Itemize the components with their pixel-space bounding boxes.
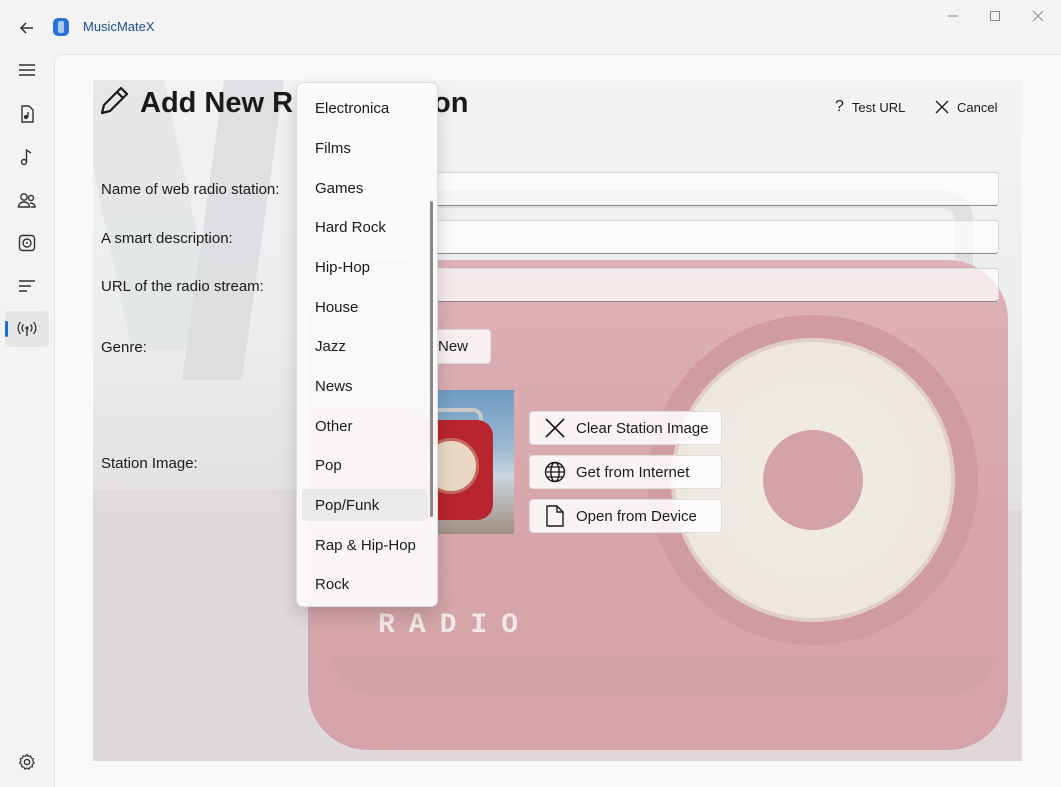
nav-item-songs[interactable] bbox=[5, 139, 49, 175]
genre-option[interactable]: Hip-Hop bbox=[302, 251, 428, 283]
genre-option[interactable]: Jazz bbox=[302, 330, 428, 362]
clear-station-image-button[interactable]: Clear Station Image bbox=[529, 411, 722, 445]
nav-menu-toggle[interactable] bbox=[5, 52, 49, 88]
minimize-button[interactable] bbox=[938, 6, 968, 26]
playlist-icon bbox=[19, 280, 35, 292]
clear-x-icon bbox=[545, 418, 565, 438]
stream-url-label: URL of the radio stream: bbox=[101, 278, 264, 295]
minimize-icon bbox=[948, 15, 958, 17]
nav-item-music-files[interactable] bbox=[5, 96, 49, 132]
music-file-icon bbox=[21, 105, 34, 123]
back-arrow-icon bbox=[19, 22, 33, 34]
get-from-internet-label: Get from Internet bbox=[576, 463, 690, 481]
globe-icon bbox=[544, 461, 566, 483]
genre-option[interactable]: Games bbox=[302, 172, 428, 204]
nav-item-settings[interactable] bbox=[5, 744, 49, 780]
close-button[interactable] bbox=[1023, 6, 1053, 26]
genre-option[interactable]: Rap & Hip-Hop bbox=[302, 529, 428, 561]
test-url-button[interactable]: ? Test URL bbox=[835, 95, 905, 119]
maximize-button[interactable] bbox=[980, 6, 1010, 26]
clear-station-image-label: Clear Station Image bbox=[576, 419, 709, 437]
question-mark-icon: ? bbox=[835, 98, 844, 115]
test-url-label: Test URL bbox=[851, 99, 906, 115]
station-image-label: Station Image: bbox=[101, 455, 198, 472]
artists-icon bbox=[17, 193, 36, 208]
albums-icon bbox=[18, 234, 36, 252]
settings-icon bbox=[18, 753, 35, 770]
edit-pencil-icon bbox=[100, 86, 129, 115]
maximize-icon bbox=[990, 11, 1000, 21]
genre-option[interactable]: Rock bbox=[302, 568, 428, 600]
genre-option[interactable]: Films bbox=[302, 132, 428, 164]
close-icon bbox=[1032, 10, 1044, 22]
page-title: Add New R bbox=[140, 87, 294, 119]
genre-option[interactable]: Hard Rock bbox=[302, 211, 428, 243]
station-name-label: Name of web radio station: bbox=[101, 181, 280, 198]
title-bar: MusicMateX bbox=[0, 0, 1061, 54]
nav-item-artists[interactable] bbox=[5, 182, 49, 218]
open-from-device-button[interactable]: Open from Device bbox=[529, 499, 722, 533]
add-station-page: RADIO Add New R on ? Test URL Cancel Nam… bbox=[93, 80, 1022, 761]
description-label: A smart description: bbox=[101, 230, 233, 247]
page-title-tail: on bbox=[433, 87, 469, 119]
app-logo-icon bbox=[53, 18, 69, 36]
genre-option[interactable]: News bbox=[302, 370, 428, 402]
description-input[interactable] bbox=[433, 220, 999, 254]
cancel-button[interactable]: Cancel bbox=[935, 95, 997, 119]
navigation-rail bbox=[0, 54, 54, 787]
stream-url-input[interactable] bbox=[433, 268, 999, 302]
genre-dropdown-list[interactable]: Electronica Films Games Hard Rock Hip-Ho… bbox=[296, 82, 438, 607]
nav-item-web-radio[interactable] bbox=[5, 311, 49, 347]
content-pane: RADIO Add New R on ? Test URL Cancel Nam… bbox=[54, 54, 1061, 787]
app-title: MusicMateX bbox=[83, 19, 155, 34]
radio-icon bbox=[17, 321, 37, 336]
genre-label: Genre: bbox=[101, 339, 147, 356]
nav-selection-indicator bbox=[5, 321, 8, 337]
genre-option-selected[interactable]: Pop/Funk bbox=[302, 489, 428, 521]
get-from-internet-button[interactable]: Get from Internet bbox=[529, 455, 722, 489]
nav-item-playlists[interactable] bbox=[5, 268, 49, 304]
document-icon bbox=[546, 505, 564, 527]
genre-option[interactable]: Electronica bbox=[302, 92, 428, 124]
dropdown-scrollbar[interactable] bbox=[430, 201, 433, 517]
nav-item-albums[interactable] bbox=[5, 225, 49, 261]
genre-option[interactable]: House bbox=[302, 291, 428, 323]
back-button[interactable] bbox=[14, 15, 40, 41]
station-name-input[interactable] bbox=[433, 172, 999, 206]
genre-option[interactable]: Pop bbox=[302, 449, 428, 481]
hamburger-menu-icon bbox=[19, 64, 35, 76]
music-note-icon bbox=[20, 148, 32, 166]
open-from-device-label: Open from Device bbox=[576, 507, 697, 525]
genre-option[interactable]: Other bbox=[302, 410, 428, 442]
cancel-x-icon bbox=[935, 100, 949, 114]
new-genre-label: New bbox=[437, 338, 468, 355]
cancel-label: Cancel bbox=[957, 99, 998, 115]
